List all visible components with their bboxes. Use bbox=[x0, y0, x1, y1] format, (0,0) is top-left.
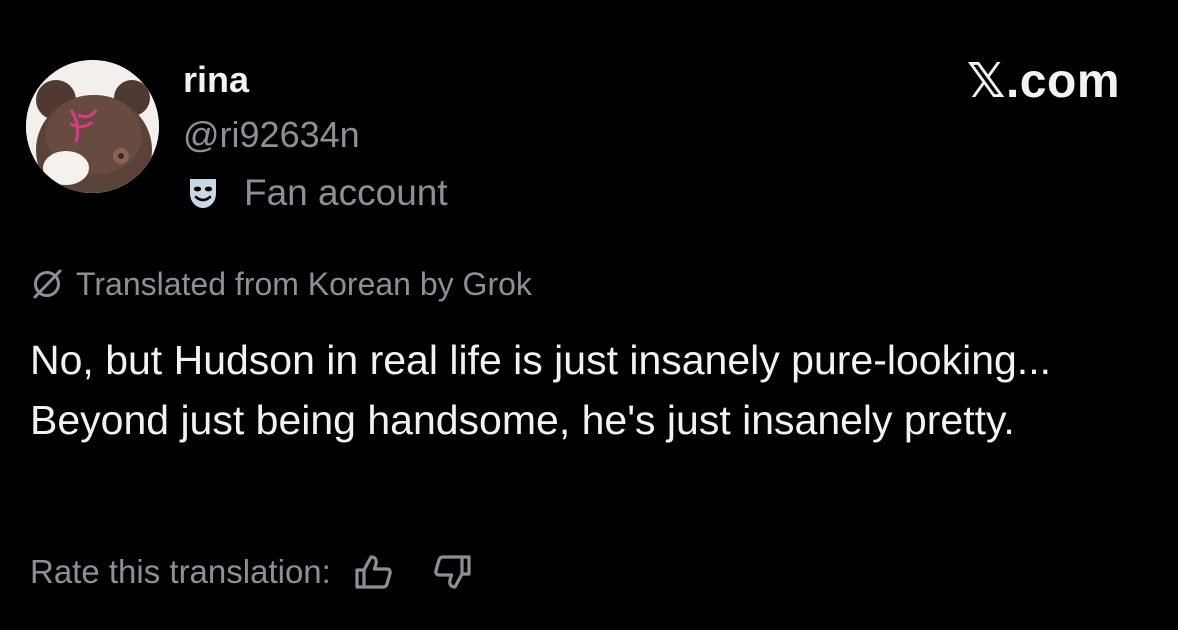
thumbs-down-icon[interactable] bbox=[433, 553, 473, 591]
translation-notice: Translated from Korean by Grok bbox=[30, 262, 532, 306]
fan-account-text: Fan account bbox=[244, 172, 448, 213]
rate-translation: Rate this translation: bbox=[30, 549, 473, 595]
grok-icon bbox=[33, 269, 62, 299]
post-text: No, but Hudson in real life is just insa… bbox=[30, 337, 1051, 443]
plush-bear-avatar bbox=[26, 60, 159, 193]
author-handle[interactable]: @ri92634n bbox=[183, 113, 360, 157]
mask-icon bbox=[190, 179, 216, 208]
author-name[interactable]: rina bbox=[183, 58, 249, 102]
avatar[interactable] bbox=[26, 60, 159, 193]
translation-notice-text: Translated from Korean by Grok bbox=[76, 266, 532, 302]
rate-translation-label: Rate this translation: bbox=[30, 553, 331, 590]
fan-account-label: Fan account bbox=[188, 170, 448, 216]
thumbs-up-icon[interactable] bbox=[353, 553, 393, 591]
brand-logo: 𝕏.com bbox=[966, 55, 1120, 108]
